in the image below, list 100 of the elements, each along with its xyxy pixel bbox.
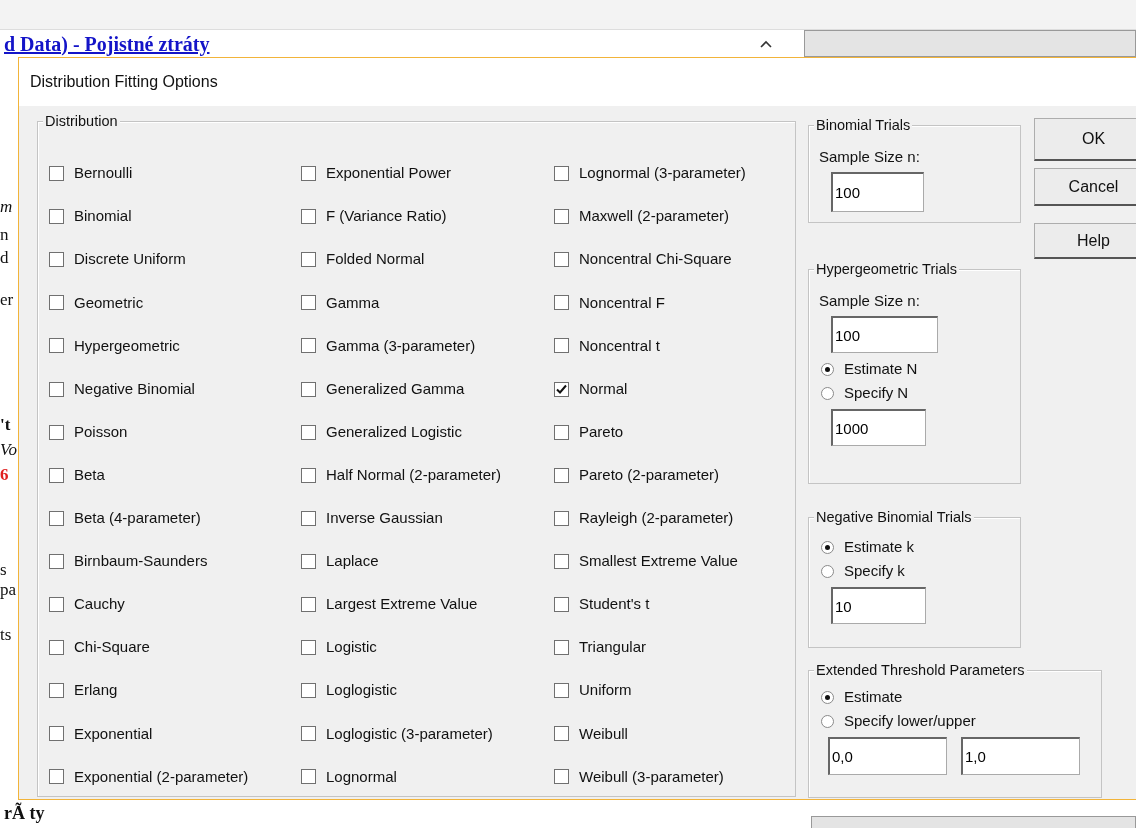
radio-button[interactable] <box>821 386 834 400</box>
checkbox[interactable] <box>554 166 569 182</box>
checkbox-label: Beta (4-parameter) <box>74 508 201 529</box>
radio-label: Estimate N <box>844 358 918 379</box>
checkbox-label: Cauchy <box>74 594 125 615</box>
input-field[interactable]: 100 <box>831 172 924 212</box>
checkbox-label: Lognormal <box>326 766 397 787</box>
radio-label: Specify lower/upper <box>844 710 976 731</box>
checkbox[interactable] <box>554 683 569 699</box>
checkbox-label: Inverse Gaussian <box>326 508 443 529</box>
checkbox-label: Smallest Extreme Value <box>579 551 738 572</box>
checkbox[interactable] <box>49 683 64 699</box>
input-field[interactable]: 1000 <box>831 409 926 446</box>
checkbox[interactable] <box>301 683 316 699</box>
checkbox[interactable] <box>301 424 316 440</box>
checkbox-label: Binomial <box>74 206 132 227</box>
checkbox[interactable] <box>49 640 64 656</box>
input-field[interactable]: 10 <box>831 587 926 624</box>
radio-button[interactable] <box>821 714 834 728</box>
checkbox[interactable] <box>554 338 569 354</box>
checkbox[interactable] <box>301 726 316 742</box>
radio-label: Specify N <box>844 382 909 403</box>
checkbox[interactable] <box>49 424 64 440</box>
checkbox[interactable] <box>49 726 64 742</box>
text-fragment: pa <box>0 580 17 600</box>
input-field[interactable]: 100 <box>831 316 938 353</box>
checkbox-label: Rayleigh (2-parameter) <box>579 508 734 529</box>
checkbox-label: Gamma <box>326 292 380 313</box>
text-fragment: Vo <box>0 440 17 460</box>
checkbox-label: Weibull <box>579 723 628 744</box>
checkbox[interactable] <box>554 381 569 397</box>
checkbox-label: Beta <box>74 464 105 485</box>
checkbox[interactable] <box>301 640 316 656</box>
checkbox[interactable] <box>49 510 64 526</box>
input-field[interactable]: 1,0 <box>961 737 1080 775</box>
checkbox[interactable] <box>301 252 316 268</box>
checkbox[interactable] <box>554 424 569 440</box>
radio-label: Estimate k <box>844 536 915 557</box>
dialog-button[interactable]: Cancel <box>1034 168 1136 206</box>
checkbox[interactable] <box>49 597 64 612</box>
checkbox[interactable] <box>301 381 316 397</box>
document-title: d Data) - Pojistné ztráty <box>3 31 211 58</box>
checkbox[interactable] <box>301 467 316 483</box>
checkbox-label: Weibull (3-parameter) <box>579 766 724 787</box>
dialog-button[interactable]: Help <box>1034 223 1136 259</box>
checkbox-label: Noncentral Chi-Square <box>579 249 732 270</box>
checkbox-label: Maxwell (2-parameter) <box>579 206 730 227</box>
checkbox[interactable] <box>301 597 316 612</box>
checkbox[interactable] <box>49 769 64 785</box>
text-fragment: m <box>0 197 13 217</box>
checkbox-label: Largest Extreme Value <box>326 594 478 615</box>
radio-button[interactable] <box>821 540 834 554</box>
checkbox-label: Student's t <box>579 594 650 615</box>
checkbox-label: Logistic <box>326 637 377 658</box>
checkbox-label: Loglogistic (3-parameter) <box>326 723 493 744</box>
checkbox[interactable] <box>554 467 569 483</box>
checkbox[interactable] <box>49 467 64 483</box>
radio-button[interactable] <box>821 690 834 704</box>
checkbox[interactable] <box>301 510 316 526</box>
radio-label: Specify k <box>844 560 905 581</box>
checkbox[interactable] <box>301 338 316 354</box>
checkbox[interactable] <box>554 640 569 656</box>
checkbox[interactable] <box>49 166 64 182</box>
checkbox[interactable] <box>554 295 569 311</box>
checkbox[interactable] <box>554 252 569 268</box>
scroll-up-icon[interactable] <box>760 39 772 48</box>
checkbox[interactable] <box>49 295 64 311</box>
dialog-button[interactable]: OK <box>1034 118 1136 161</box>
checkbox[interactable] <box>49 252 64 268</box>
text-fragment: n <box>0 225 9 245</box>
checkbox[interactable] <box>554 510 569 526</box>
checkbox-label: Bernoulli <box>74 163 133 184</box>
checkbox[interactable] <box>301 166 316 182</box>
checkbox[interactable] <box>49 553 64 569</box>
text-fragment: 6 <box>0 465 9 485</box>
checkbox-label: Uniform <box>579 680 632 701</box>
checkbox-label: Triangular <box>579 637 646 658</box>
checkbox-label: Half Normal (2-parameter) <box>326 464 502 485</box>
checkbox[interactable] <box>554 769 569 785</box>
checkbox[interactable] <box>301 553 316 569</box>
text-fragment: er <box>0 290 14 310</box>
checkbox[interactable] <box>49 338 64 354</box>
checkbox[interactable] <box>301 769 316 785</box>
checkbox[interactable] <box>554 553 569 569</box>
radio-button[interactable] <box>821 362 834 376</box>
checkbox[interactable] <box>301 209 316 225</box>
field-label: Sample Size n: <box>819 147 921 167</box>
checkbox[interactable] <box>554 597 569 612</box>
checkbox[interactable] <box>49 209 64 225</box>
checkbox[interactable] <box>301 295 316 311</box>
checkbox-label: F (Variance Ratio) <box>326 206 447 227</box>
input-field[interactable]: 0,0 <box>828 737 947 775</box>
checkbox[interactable] <box>554 209 569 225</box>
text-fragment: s <box>0 560 7 580</box>
text-fragment: 't <box>0 415 11 435</box>
checkbox[interactable] <box>49 381 64 397</box>
radio-button[interactable] <box>821 564 834 578</box>
field-label: Sample Size n: <box>819 291 921 311</box>
text-fragment: d <box>0 248 9 268</box>
checkbox[interactable] <box>554 726 569 742</box>
